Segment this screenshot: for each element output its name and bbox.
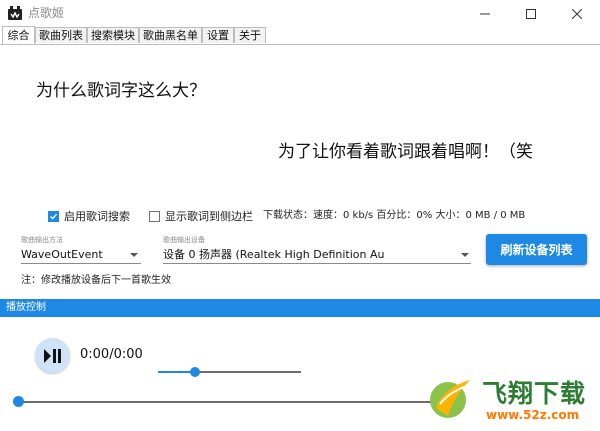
maximize-icon [526, 8, 536, 19]
device-change-note: 注：修改播放设备后下一首歌生效 [21, 275, 171, 286]
refresh-device-list-button[interactable]: 刷新设备列表 [486, 234, 587, 265]
tab-general[interactable]: 综合 [2, 26, 35, 44]
maximize-button[interactable] [508, 0, 554, 27]
tab-about[interactable]: 关于 [234, 27, 266, 43]
lyric-line-1: 为什么歌词字这么大？ [36, 81, 206, 101]
tab-search-module[interactable]: 搜索模块 [87, 27, 139, 43]
download-status: 下载状态：速度：0 kb/s 百分比：0% 大小：0 MB / 0 MB [263, 210, 526, 221]
output-method-label: 歌曲输出方法 [21, 236, 63, 244]
tab-song-list[interactable]: 歌曲列表 [35, 27, 87, 43]
app-logo-icon [7, 6, 23, 21]
chevron-down-icon [461, 253, 469, 257]
minimize-button[interactable] [462, 0, 508, 27]
close-button[interactable] [554, 0, 600, 27]
output-device-value: 设备 0 扬声器 (Realtek High Definition Au [163, 248, 385, 261]
show-lyric-side-checkbox[interactable]: 显示歌词到侧边栏 [149, 208, 253, 224]
playback-time: 0:00/0:00 [80, 347, 143, 362]
minimize-icon [480, 13, 490, 14]
tab-bar: 综合 歌曲列表 搜索模块 歌曲黑名单 设置 关于 [0, 26, 600, 45]
lyric-line-2: 为了让你看着歌词跟着唱啊！（笑 [278, 142, 533, 162]
close-icon [572, 8, 582, 19]
playback-section-title: 播放控制 [6, 302, 46, 313]
volume-slider-thumb[interactable] [190, 367, 200, 377]
show-lyric-side-label: 显示歌词到侧边栏 [165, 210, 253, 223]
play-pause-icon [43, 348, 61, 363]
progress-slider-thumb[interactable] [13, 396, 24, 407]
output-method-select[interactable]: WaveOutEvent [21, 246, 141, 264]
output-device-select[interactable]: 设备 0 扬声器 (Realtek High Definition Au [163, 246, 471, 264]
play-pause-button[interactable] [35, 338, 70, 373]
tab-song-blacklist[interactable]: 歌曲黑名单 [139, 27, 202, 43]
watermark-url: www.52z.com [486, 408, 580, 422]
progress-slider[interactable] [19, 401, 459, 403]
chevron-down-icon [130, 253, 138, 257]
checkbox-checked-icon [48, 210, 59, 222]
checkbox-unchecked-icon [149, 210, 160, 222]
watermark-brand: 飞翔下载 [482, 379, 587, 408]
tab-settings[interactable]: 设置 [202, 27, 234, 43]
output-method-value: WaveOutEvent [21, 248, 103, 261]
window-title: 点歌姬 [28, 6, 65, 20]
playback-section-header [0, 299, 600, 317]
watermark-logo [426, 374, 474, 422]
enable-lyric-search-checkbox[interactable]: 启用歌词搜索 [48, 208, 130, 224]
output-device-label: 歌曲输出设备 [163, 236, 205, 244]
enable-lyric-search-label: 启用歌词搜索 [64, 210, 130, 223]
